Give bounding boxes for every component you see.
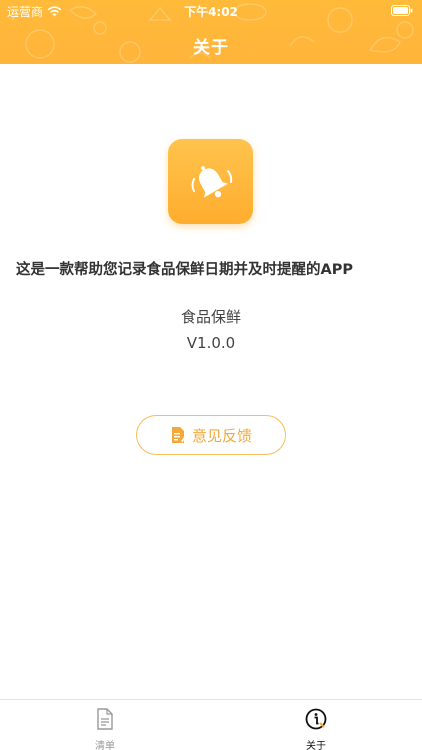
navigation-header: 运营商 下午4:02 关于 <box>0 0 422 64</box>
status-bar: 运营商 下午4:02 <box>0 0 422 20</box>
feedback-label: 意见反馈 <box>191 426 252 445</box>
edit-document-icon <box>171 427 186 443</box>
tab-about[interactable]: 关于 <box>286 708 346 750</box>
app-version: V1.0.0 <box>186 334 236 352</box>
tab-about-label: 关于 <box>306 741 326 750</box>
about-screen: 运营商 下午4:02 关于 这是一款帮助您记录食品保鲜日期并及时提醒的APP 食… <box>0 0 422 750</box>
battery-icon <box>391 5 413 16</box>
tab-list-label: 清单 <box>95 741 115 750</box>
app-name: 食品保鲜 <box>180 308 241 326</box>
page-title: 关于 <box>193 38 229 58</box>
document-icon <box>97 708 113 730</box>
tab-bar: 清单 关于 <box>0 699 422 750</box>
info-icon <box>305 708 327 730</box>
app-icon <box>168 139 253 224</box>
status-time: 下午4:02 <box>184 5 238 19</box>
bell-icon <box>191 165 232 198</box>
tab-list[interactable]: 清单 <box>75 708 135 750</box>
feedback-button[interactable]: 意见反馈 <box>136 415 286 455</box>
app-description: 这是一款帮助您记录食品保鲜日期并及时提醒的APP <box>16 262 353 278</box>
